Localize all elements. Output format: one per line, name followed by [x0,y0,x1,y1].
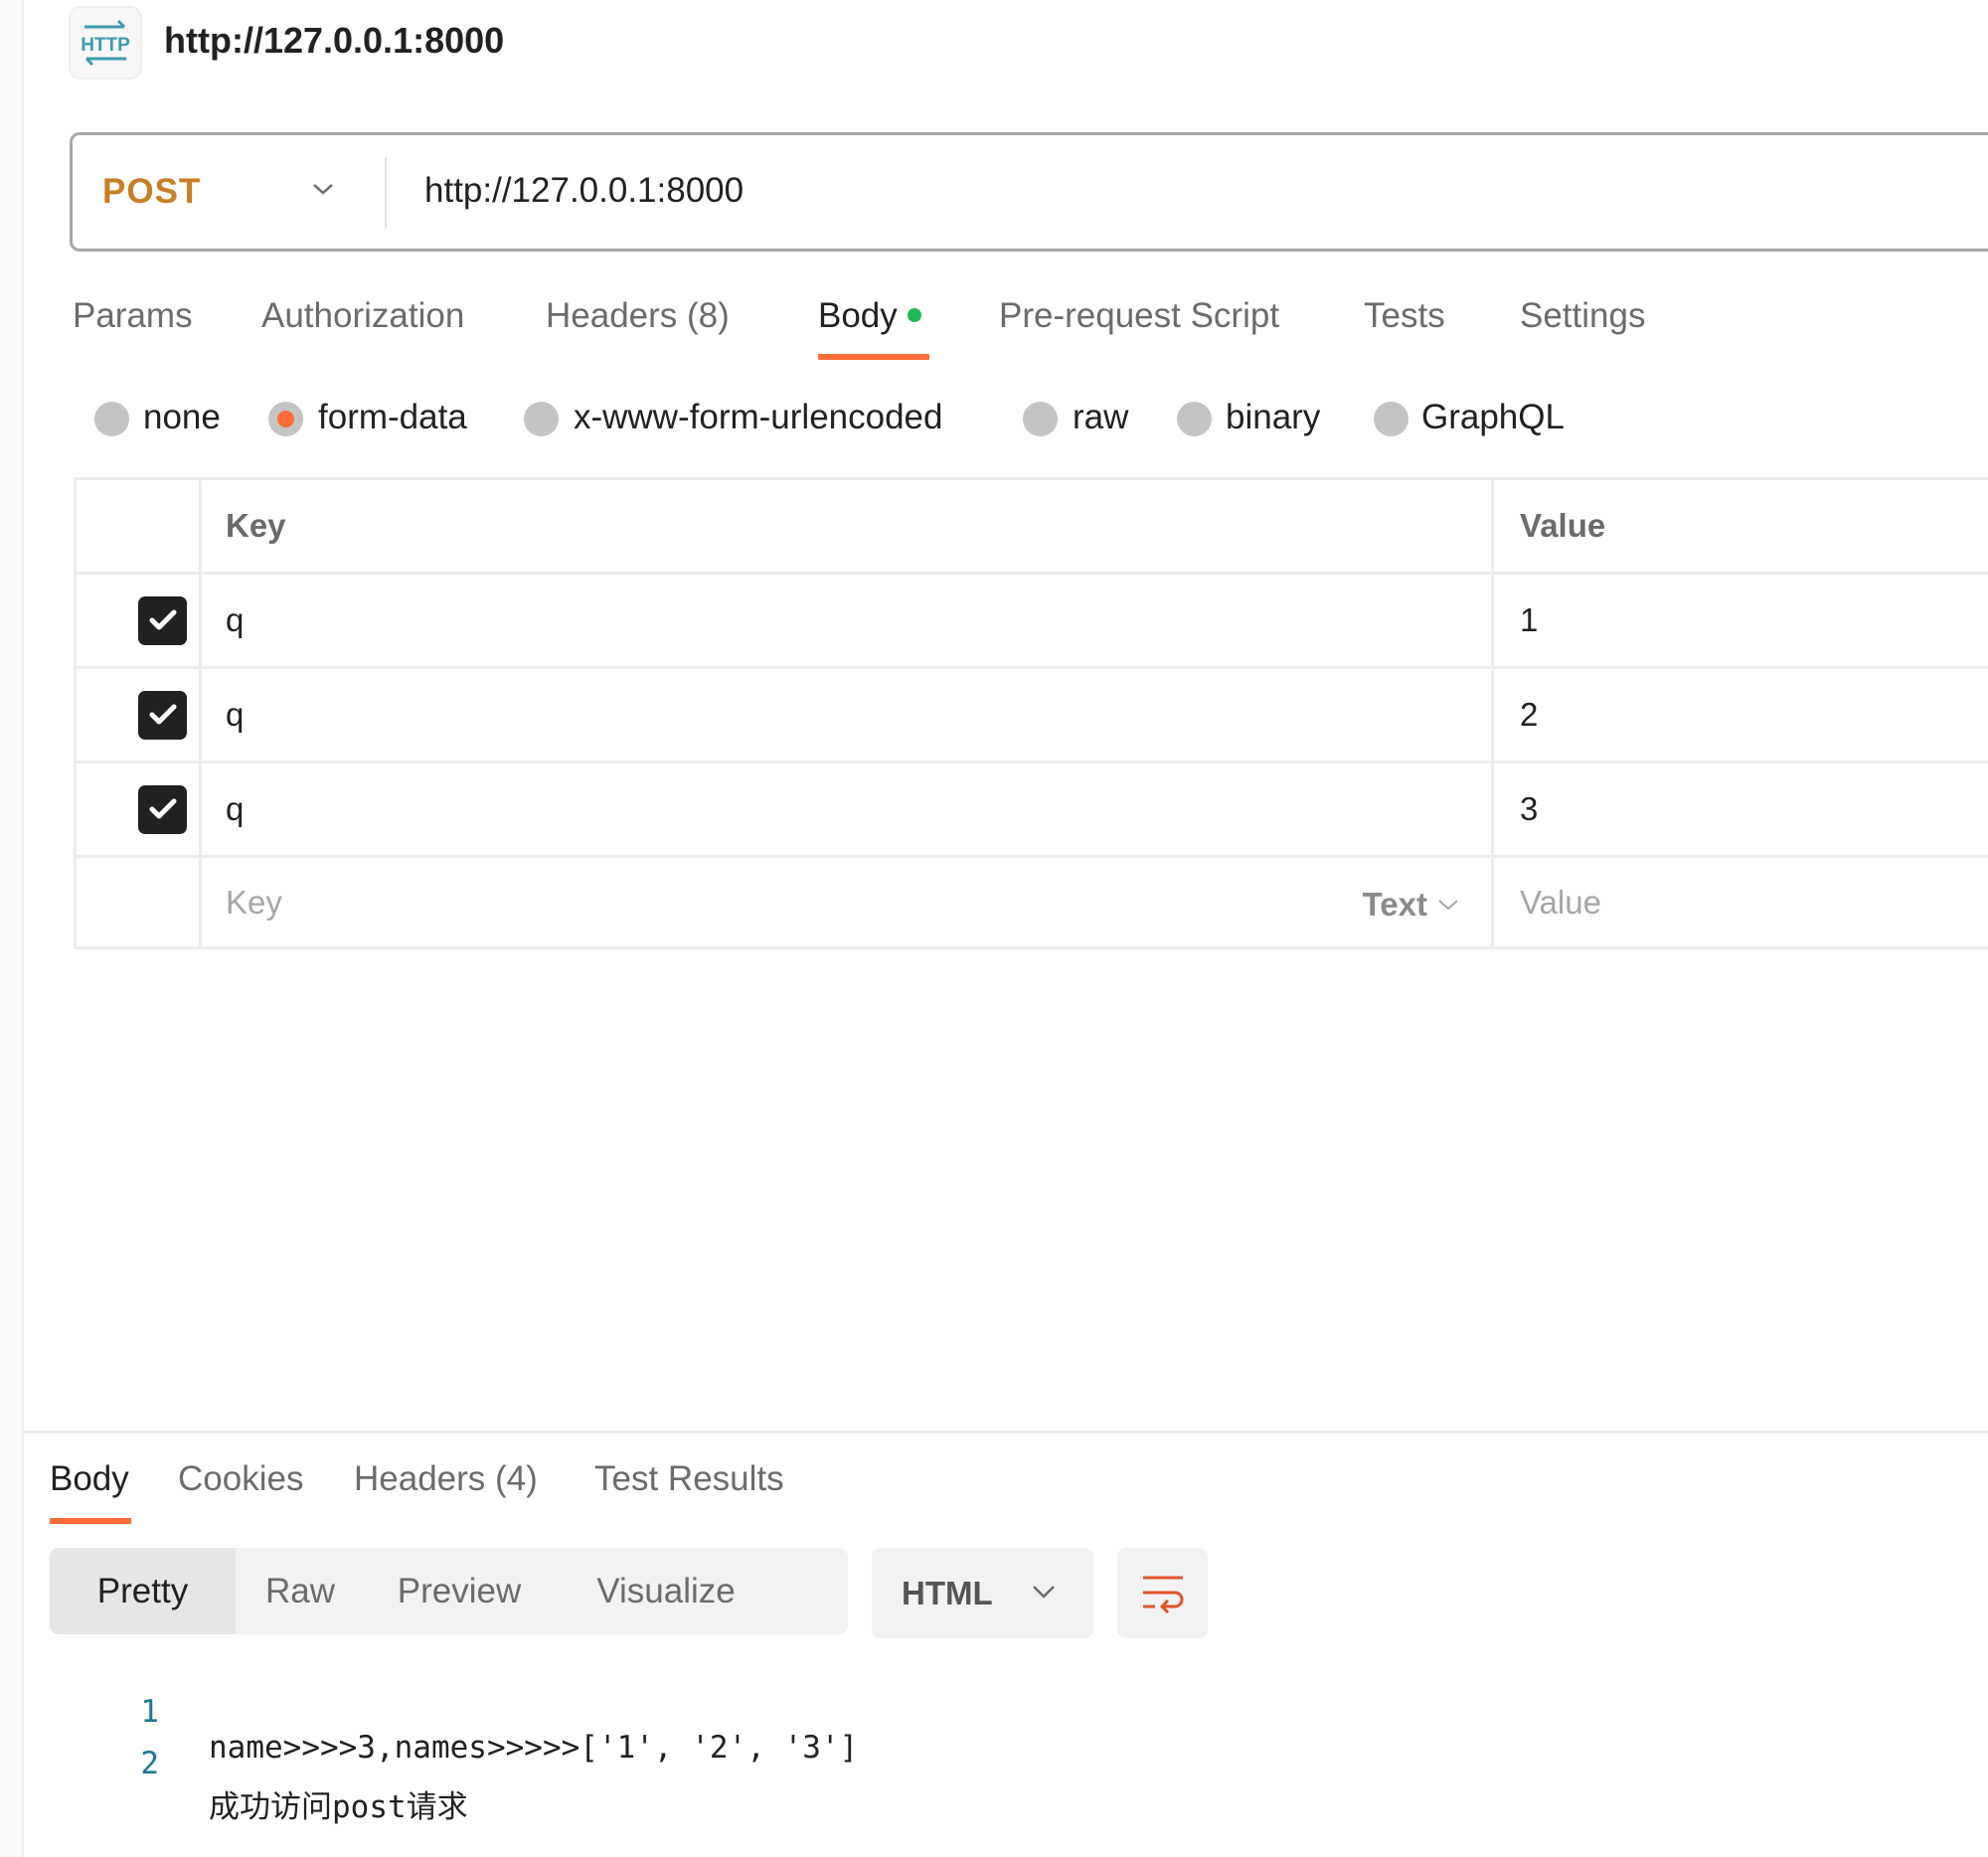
check-cell [77,858,202,946]
table-row: q 1 [74,572,1988,666]
request-title[interactable]: http://127.0.0.1:8000 [164,20,504,62]
tab-body[interactable]: Body [818,296,921,336]
url-bar [70,132,1988,252]
radio-binary[interactable] [1177,402,1212,436]
row-checkbox[interactable] [138,595,187,645]
radio-graphql[interactable] [1374,402,1408,436]
radio-binary-label[interactable]: binary [1226,398,1320,437]
table-header-row: Key Value [74,477,1988,572]
radio-none-label[interactable]: none [143,398,221,437]
response-active-tab-underline [50,1518,131,1524]
chevron-down-icon[interactable] [306,177,340,201]
check-cell [77,763,202,855]
value-input[interactable]: 1 [1494,575,1988,666]
radio-raw-label[interactable]: raw [1073,398,1128,437]
row-checkbox[interactable] [138,784,187,834]
http-icon: HTTP [69,6,142,80]
tab-params[interactable]: Params [73,296,193,336]
radio-raw[interactable] [1023,402,1058,436]
table-row: q 3 [74,760,1988,855]
column-header-key: Key [202,480,1494,572]
row-checkbox[interactable] [138,690,187,740]
sidebar-edge [0,0,24,1857]
column-header-value: Value [1520,507,1606,544]
radio-form-data[interactable] [268,402,303,436]
tab-settings[interactable]: Settings [1520,296,1645,336]
response-tab-test-results[interactable]: Test Results [594,1459,784,1499]
tab-pre-request-script[interactable]: Pre-request Script [999,296,1279,336]
view-mode-group: Pretty Raw Preview Visualize [50,1548,848,1634]
tab-tests[interactable]: Tests [1364,296,1445,336]
radio-form-data-label[interactable]: form-data [318,398,467,437]
table-row: q 2 [74,666,1988,760]
response-tab-headers[interactable]: Headers (4) [354,1459,538,1499]
key-input[interactable]: q [202,763,1494,855]
header-check-cell [77,480,202,572]
type-select[interactable]: Text [1363,886,1461,924]
line-text: 成功访问post请求 [209,1789,468,1825]
code-line: 1 name>>>>3,names>>>>>['1', '2', '3'] [0,1658,1988,1766]
response-tab-body[interactable]: Body [50,1459,129,1499]
tab-authorization[interactable]: Authorization [261,296,464,336]
value-input[interactable]: 3 [1494,763,1988,855]
radio-graphql-label[interactable]: GraphQL [1421,398,1565,437]
type-select-label: Text [1362,886,1427,923]
chevron-down-icon [1438,900,1458,911]
check-cell [77,575,202,666]
radio-none[interactable] [94,402,129,436]
method-select[interactable]: POST [102,172,201,212]
body-indicator-dot [907,307,921,322]
checkmark-icon [149,609,176,630]
view-visualize-button[interactable]: Visualize [554,1548,778,1634]
checkmark-icon [149,704,176,725]
radio-x-www-form-urlencoded[interactable] [524,402,559,436]
view-raw-button[interactable]: Raw [236,1548,365,1634]
view-pretty-button[interactable]: Pretty [50,1548,236,1634]
new-row: Key Text Value [74,855,1988,949]
active-tab-underline [818,354,929,360]
code-line: 2 成功访问post请求 [0,1710,1988,1825]
check-cell [77,669,202,760]
value-input[interactable]: 2 [1494,669,1988,760]
language-select[interactable]: HTML [872,1548,1093,1638]
wrap-lines-icon [1142,1576,1183,1613]
new-value-input[interactable]: Value [1494,858,1988,946]
radio-x-www-form-urlencoded-label[interactable]: x-www-form-urlencoded [574,398,942,437]
language-select-label: HTML [902,1574,993,1611]
response-tab-cookies[interactable]: Cookies [178,1459,303,1499]
url-input[interactable]: http://127.0.0.1:8000 [424,171,744,211]
key-placeholder: Key [226,883,282,921]
tab-body-label: Body [818,296,898,335]
svg-text:HTTP: HTTP [81,35,130,56]
tab-headers[interactable]: Headers (8) [546,296,730,336]
pane-divider[interactable] [24,1431,1988,1434]
checkmark-icon [149,798,176,819]
url-separator [385,157,387,229]
line-number: 2 [140,1746,159,1781]
chevron-down-icon [1033,1586,1055,1599]
view-preview-button[interactable]: Preview [365,1548,554,1634]
form-data-table: Key Value q 1 q 2 q 3 Key Text Value [74,477,1988,949]
new-key-input[interactable]: Key Text [202,858,1494,946]
wrap-lines-button[interactable] [1117,1548,1208,1638]
key-input[interactable]: q [202,575,1494,666]
key-input[interactable]: q [202,669,1494,760]
